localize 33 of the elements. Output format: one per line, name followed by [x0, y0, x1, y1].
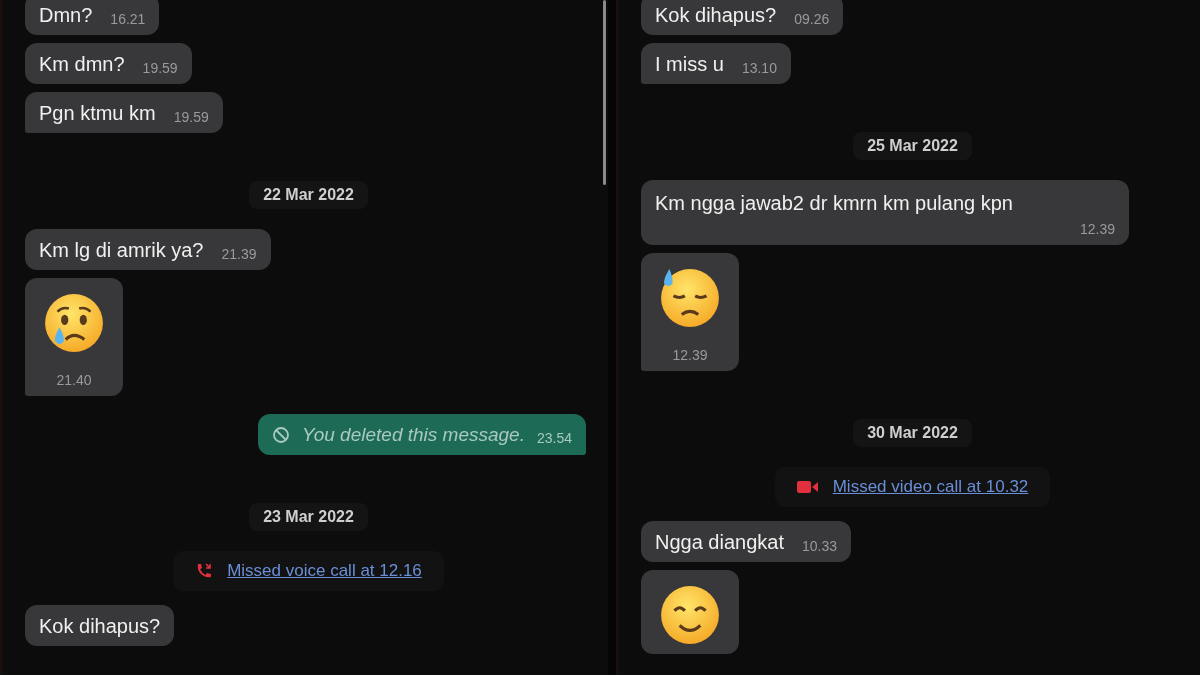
video-camera-icon — [796, 480, 819, 494]
message-time: 12.39 — [672, 347, 708, 363]
date-separator: 30 Mar 2022 — [853, 419, 972, 447]
message-text: Dmn? — [39, 4, 93, 27]
message-time: 19.59 — [173, 109, 209, 125]
message-time: 21.39 — [221, 246, 257, 262]
message-text: Km lg di amrik ya? — [39, 239, 204, 262]
message-time: 21.40 — [56, 372, 92, 388]
scrollbar[interactable] — [603, 0, 606, 185]
message-text: Pgn ktmu km — [39, 102, 156, 125]
message-time: 23.54 — [536, 430, 572, 446]
message-text: Km dmn? — [39, 53, 125, 76]
date-separator: 22 Mar 2022 — [249, 181, 368, 209]
smiling-face-icon — [659, 584, 721, 646]
date-separator: 25 Mar 2022 — [853, 132, 972, 160]
message-text: Kok dihapus? — [39, 615, 161, 638]
message-time: 12.39 — [1079, 221, 1115, 237]
message-text: Kok dihapus? — [655, 4, 777, 27]
message-text: I miss u — [655, 53, 724, 76]
missed-call-link[interactable]: Missed voice call at 12.16 — [227, 561, 422, 581]
message-time: 09.26 — [794, 11, 830, 27]
message-time: 10.33 — [802, 538, 838, 554]
crying-face-icon — [43, 292, 105, 354]
message-time: 16.21 — [110, 11, 146, 27]
message-text: Km ngga jawab2 dr kmrn km pulang kpn — [655, 192, 1014, 215]
message-time: 13.10 — [741, 60, 777, 76]
deleted-message-text: You deleted this message. — [302, 424, 525, 446]
missed-call-icon — [195, 562, 214, 580]
ban-icon — [272, 426, 291, 444]
message-text: Ngga diangkat — [655, 531, 784, 554]
missed-call-link[interactable]: Missed video call at 10.32 — [832, 477, 1029, 497]
date-separator: 23 Mar 2022 — [249, 503, 368, 531]
message-time: 19.59 — [142, 60, 178, 76]
